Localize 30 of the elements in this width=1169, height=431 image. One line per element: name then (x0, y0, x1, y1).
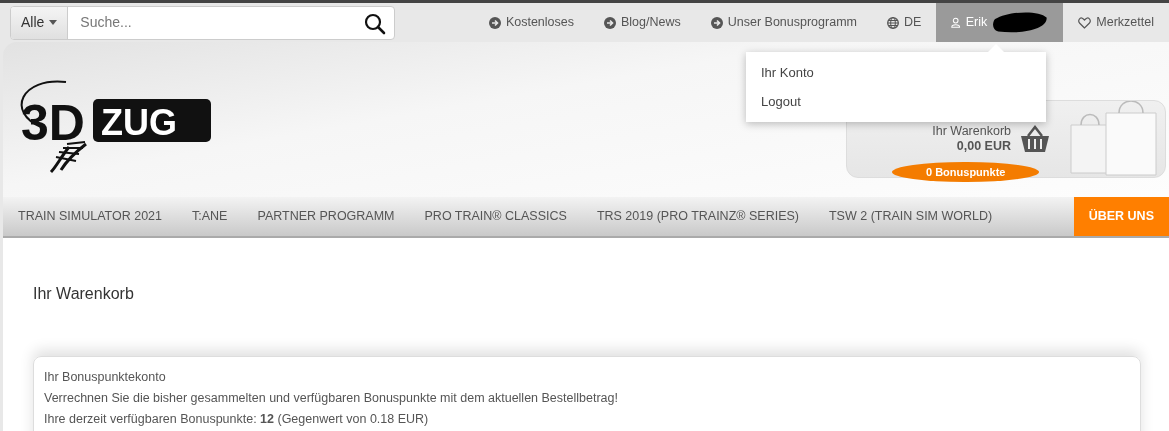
main-nav-item[interactable]: TSW 2 (TRAIN SIM WORLD) (814, 197, 1008, 236)
arrow-circle-icon (488, 16, 501, 29)
search-icon[interactable] (364, 12, 386, 35)
arrow-circle-icon (604, 16, 616, 29)
card-text: Verrechnen Sie die bisher gesammelten und verfügbaren Bonuspunkte mit dem aktuellen Bestellbetrag! (44, 390, 619, 407)
search-field[interactable]: Alle Suche... (10, 5, 395, 40)
top-nav-link[interactable]: Kostenloses (473, 3, 589, 42)
basket-icon (1019, 123, 1051, 154)
page-title: Ihr Warenkorb (33, 284, 135, 304)
caret-icon (49, 20, 58, 25)
logo[interactable]: 3D ZUG (11, 62, 216, 177)
main-nav-item[interactable]: T:ANE (177, 197, 243, 236)
cart-amount: 0,00 EUR (955, 138, 1011, 154)
main-nav-item[interactable]: TRAIN SIMULATOR 2021 (3, 197, 178, 236)
available-points-text: Ihre derzeit verfügbaren Bonuspunkte: 12 (Gegenwert von 0.18 EUR) (44, 411, 430, 428)
menu-item[interactable]: Ihr Konto (746, 58, 1046, 87)
globe-icon (886, 16, 899, 29)
top-nav-link[interactable]: Blog/News (589, 3, 696, 42)
heart-icon (1078, 16, 1092, 29)
user-icon (951, 16, 961, 29)
category-dropdown[interactable]: Alle (11, 6, 69, 39)
top-nav-link[interactable]: DE (871, 3, 937, 42)
main-nav-item[interactable]: PARTNER PROGRAMM (242, 197, 410, 236)
top-nav-link[interactable]: Unser Bonusprogramm (695, 3, 872, 42)
cart-label: Ihr Warenkorb (932, 123, 1011, 139)
main-nav-item[interactable]: PRO TRAIN® CLASSICS (409, 197, 582, 236)
card-title: Ihr Bonuspunktekonto (44, 369, 167, 386)
arrow-circle-icon (710, 16, 723, 29)
main-nav-item[interactable]: TRS 2019 (PRO TRAINZ® SERIES) (581, 197, 814, 236)
top-nav-link[interactable]: Merkzettel (1063, 3, 1169, 42)
